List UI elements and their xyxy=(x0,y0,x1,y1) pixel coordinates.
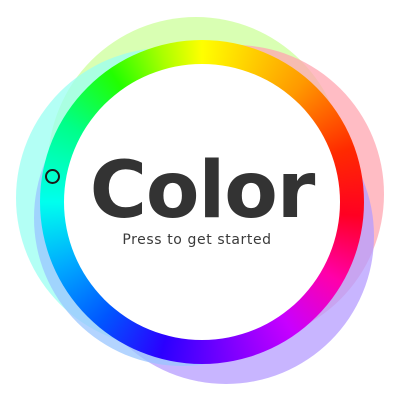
splash-screen[interactable]: Color Press to get started xyxy=(0,0,400,400)
start-prompt[interactable]: Press to get started xyxy=(0,230,394,250)
app-title: Color xyxy=(89,146,316,236)
